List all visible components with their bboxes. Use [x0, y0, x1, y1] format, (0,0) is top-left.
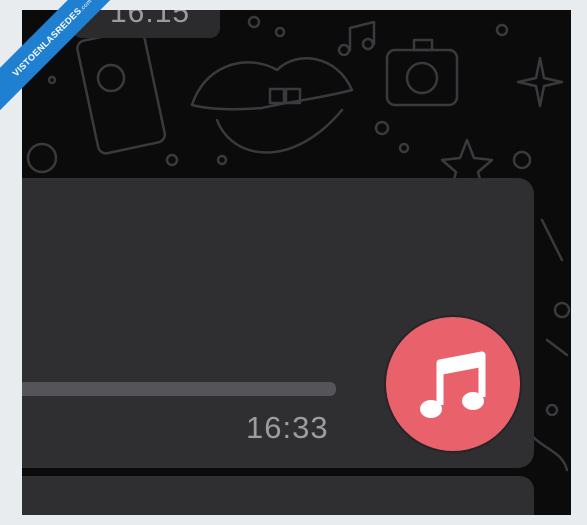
watermark-text: VISTOENLASREDES — [10, 5, 84, 79]
watermark-ribbon: VISTOENLASREDES.com — [0, 0, 110, 110]
next-message-bubble — [22, 476, 534, 515]
watermark-corner: VISTOENLASREDES.com — [0, 0, 110, 110]
watermark-suffix: .com — [79, 0, 94, 13]
audio-progress-track[interactable] — [22, 382, 336, 396]
music-note-icon — [420, 351, 486, 418]
previous-message-time: 16:15 — [110, 10, 191, 29]
audio-message-time: 16:33 — [246, 410, 329, 445]
music-play-button[interactable] — [386, 317, 520, 451]
